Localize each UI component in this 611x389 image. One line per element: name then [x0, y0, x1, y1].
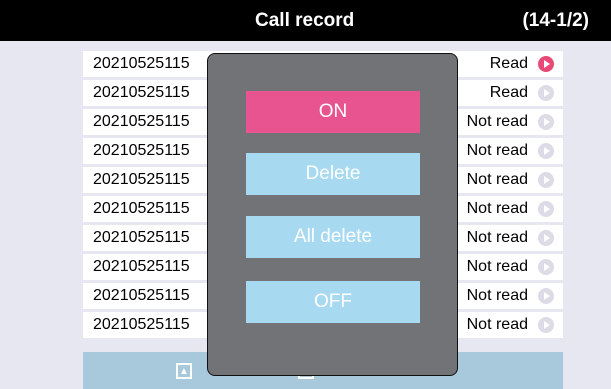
play-icon[interactable] — [538, 259, 554, 275]
off-button[interactable]: OFF — [246, 281, 420, 323]
play-icon[interactable] — [538, 230, 554, 246]
record-status: Not read — [466, 142, 528, 159]
record-name: 20210525115 — [93, 113, 190, 130]
on-button[interactable]: ON — [246, 91, 420, 133]
up-arrow-icon: ▲ — [176, 363, 192, 379]
record-name: 20210525115 — [93, 316, 190, 333]
record-name: 20210525115 — [93, 258, 190, 275]
play-icon[interactable] — [538, 114, 554, 130]
play-icon[interactable] — [538, 85, 554, 101]
record-status: Not read — [466, 171, 528, 188]
record-status: Not read — [466, 258, 528, 275]
record-name: 20210525115 — [93, 200, 190, 217]
record-name: 20210525115 — [93, 287, 190, 304]
record-status: Not read — [466, 229, 528, 246]
page-up-button[interactable]: ▲ — [176, 360, 192, 382]
play-icon[interactable] — [538, 201, 554, 217]
play-icon[interactable] — [538, 143, 554, 159]
record-status: Read — [489, 55, 528, 72]
play-icon[interactable] — [538, 56, 554, 72]
options-dialog: ON Delete All delete OFF — [207, 53, 458, 376]
record-status: Not read — [466, 287, 528, 304]
all-delete-button[interactable]: All delete — [246, 216, 420, 258]
play-icon[interactable] — [538, 317, 554, 333]
record-status: Not read — [466, 316, 528, 333]
play-icon[interactable] — [538, 172, 554, 188]
record-status: Not read — [466, 113, 528, 130]
record-status: Not read — [466, 200, 528, 217]
page-counter: (14-1/2) — [522, 10, 589, 31]
record-name: 20210525115 — [93, 142, 190, 159]
delete-button[interactable]: Delete — [246, 153, 420, 195]
record-name: 20210525115 — [93, 55, 190, 72]
play-icon[interactable] — [538, 288, 554, 304]
page-title: Call record — [255, 10, 355, 31]
record-name: 20210525115 — [93, 171, 190, 188]
record-name: 20210525115 — [93, 84, 190, 101]
record-name: 20210525115 — [93, 229, 190, 246]
header-bar: Call record (14-1/2) — [0, 0, 611, 41]
record-status: Read — [489, 84, 528, 101]
